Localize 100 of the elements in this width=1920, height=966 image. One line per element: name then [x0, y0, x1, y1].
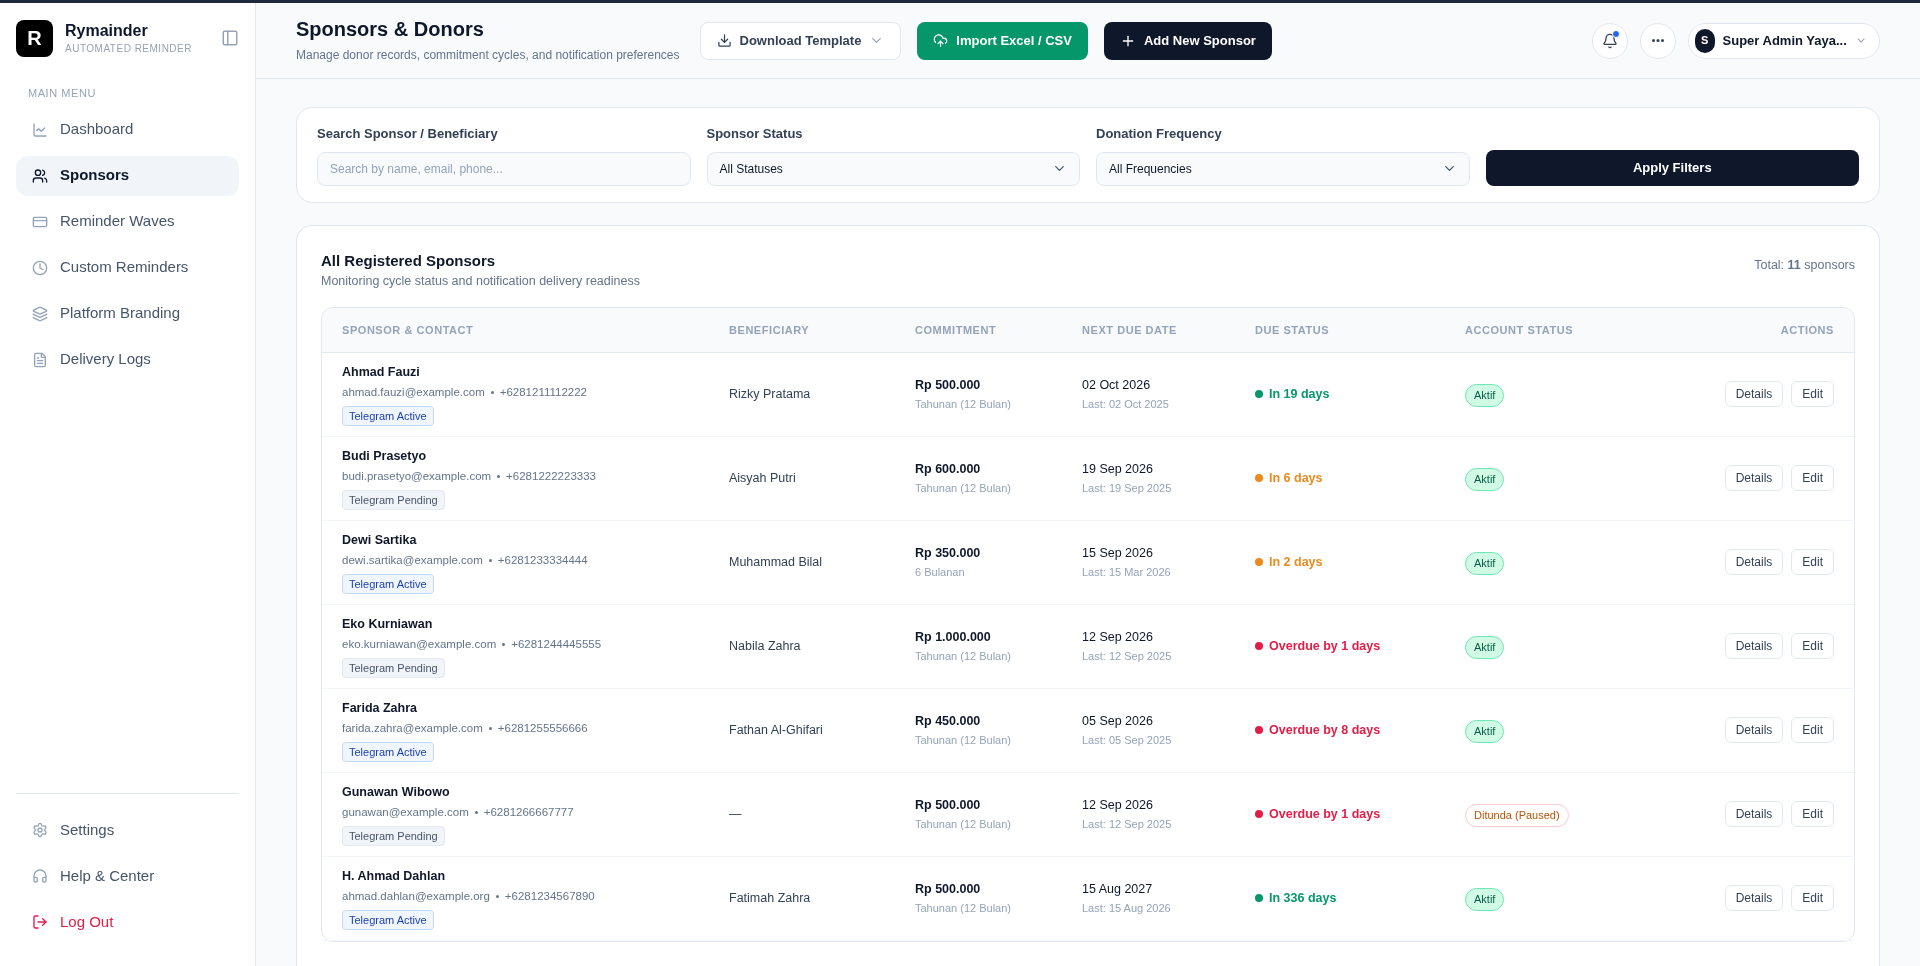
commitment-amount: Rp 600.000: [915, 460, 982, 478]
sidebar-item[interactable]: Sponsors: [16, 155, 239, 196]
document-icon: [32, 351, 48, 368]
page-subtitle: Manage donor records, commitment cycles, and notification preferences: [296, 47, 680, 64]
next-due-date: 15 Sep 2026: [1082, 544, 1154, 562]
column-header: ACTIONS: [1779, 322, 1834, 338]
sidebar-item[interactable]: Help & Center: [16, 856, 239, 896]
account-status-tag: Aktif: [1465, 636, 1505, 659]
download-template-button[interactable]: Download Template: [699, 21, 902, 60]
chart-icon: [32, 121, 48, 138]
beneficiary-cell-text: Fathan Al-Ghifari: [729, 721, 824, 739]
bell-icon: [1602, 32, 1618, 49]
commitment-amount: Rp 500.000: [915, 796, 982, 814]
details-button[interactable]: Details: [1724, 801, 1784, 828]
sidebar-toggle-icon[interactable]: [221, 29, 239, 47]
section-subtitle: Monitoring cycle status and notification delivery readiness: [321, 273, 640, 290]
more-button[interactable]: [1640, 22, 1676, 59]
edit-button[interactable]: Edit: [1791, 549, 1834, 576]
menu-section-label: MAIN MENU: [27, 86, 97, 101]
commitment-amount: Rp 450.000: [915, 712, 982, 730]
commitment-cycle: Tahunan (12 Bulan): [915, 649, 1012, 665]
sidebar-item[interactable]: Settings: [16, 810, 239, 850]
commitment-cycle: Tahunan (12 Bulan): [915, 733, 1012, 749]
column-header: COMMITMENT: [915, 322, 998, 338]
headphones-icon: [32, 868, 48, 884]
edit-button[interactable]: Edit: [1791, 885, 1834, 912]
due-status: In 336 days: [1269, 889, 1337, 907]
sponsor-phone: +6281266667777: [483, 805, 574, 821]
sidebar-item[interactable]: Log Out: [16, 902, 239, 942]
layers-icon: [32, 305, 48, 322]
column-header: DUE STATUS: [1255, 322, 1331, 338]
sponsor-email: gunawan@example.com: [342, 805, 469, 821]
column-header: BENEFICIARY: [729, 322, 811, 338]
edit-button[interactable]: Edit: [1791, 381, 1834, 408]
telegram-status-tag: Telegram Active: [342, 573, 434, 594]
notification-button[interactable]: [1592, 22, 1628, 59]
sponsor-email: ahmad.fauzi@example.com: [342, 385, 485, 401]
search-field[interactable]: Search by name, email, phone...: [317, 151, 691, 186]
brand-tagline: AUTOMATED REMINDER: [65, 41, 193, 56]
sponsor-email: budi.prasetyo@example.com: [342, 469, 492, 485]
clock-icon: [32, 259, 48, 276]
commitment-amount: Rp 500.000: [915, 880, 982, 898]
sidebar-item[interactable]: Delivery Logs: [16, 339, 239, 380]
commitment-amount: Rp 500.000: [915, 376, 982, 394]
account-status-tag: Aktif: [1465, 720, 1505, 743]
sponsor-email: dewi.sartika@example.com: [342, 553, 483, 569]
commitment-amount: Rp 1.000.000: [915, 628, 992, 646]
telegram-status-tag: Telegram Pending: [342, 825, 445, 846]
next-due-date: 02 Oct 2026: [1082, 376, 1152, 394]
sidebar-item[interactable]: Reminder Waves: [16, 201, 239, 242]
users-icon: [32, 167, 48, 184]
due-status: In 2 days: [1269, 553, 1323, 571]
next-due-date: 05 Sep 2026: [1082, 712, 1154, 730]
user-menu-button[interactable]: S Super Admin Yaya...: [1688, 22, 1880, 59]
brand-logo: R: [16, 19, 53, 57]
details-button[interactable]: Details: [1724, 381, 1784, 408]
details-button[interactable]: Details: [1724, 633, 1784, 660]
sponsor-name: Dewi Sartika: [342, 531, 418, 549]
edit-button[interactable]: Edit: [1791, 717, 1834, 744]
dropdown-field[interactable]: All Frequencies: [1096, 151, 1470, 186]
edit-button[interactable]: Edit: [1791, 633, 1834, 660]
edit-button[interactable]: Edit: [1791, 801, 1834, 828]
commitment-cycle: Tahunan (12 Bulan): [915, 901, 1012, 917]
edit-button[interactable]: Edit: [1791, 465, 1834, 492]
due-status: Overdue by 8 days: [1269, 721, 1381, 739]
account-status-tag: Aktif: [1465, 468, 1505, 491]
section-title: All Registered Sponsors: [321, 250, 497, 271]
details-button[interactable]: Details: [1724, 885, 1784, 912]
user-name: Super Admin Yaya...: [1722, 31, 1847, 50]
beneficiary-cell-text: Fatimah Zahra: [729, 889, 812, 907]
details-button[interactable]: Details: [1724, 717, 1784, 744]
sidebar-item[interactable]: Custom Reminders: [16, 247, 239, 288]
commitment-cycle: Tahunan (12 Bulan): [915, 481, 1012, 497]
add-sponsor-button[interactable]: Add New Sponsor: [1103, 21, 1272, 60]
details-button[interactable]: Details: [1724, 465, 1784, 492]
beneficiary-cell-text: Nabila Zahra: [729, 637, 802, 655]
import-button[interactable]: Import Excel / CSV: [917, 21, 1088, 60]
telegram-status-tag: Telegram Active: [342, 405, 434, 426]
commitment-amount: Rp 350.000: [915, 544, 982, 562]
sponsor-name: Ahmad Fauzi: [342, 363, 421, 381]
details-button[interactable]: Details: [1724, 549, 1784, 576]
settings-icon: [32, 822, 48, 838]
due-status: Overdue by 1 days: [1269, 805, 1381, 823]
brand-name: Rymainder: [65, 20, 149, 41]
sponsor-name: Farida Zahra: [342, 699, 419, 717]
download-icon: [716, 33, 732, 48]
sponsor-phone: +6281222223333: [506, 469, 596, 485]
field-label: Donation Frequency: [1096, 125, 1223, 143]
total-count: Total: 11 sponsors: [1754, 257, 1855, 274]
sponsor-phone: +6281255556666: [497, 721, 588, 737]
account-status-tag: Aktif: [1465, 552, 1505, 575]
sidebar-item[interactable]: Platform Branding: [16, 293, 239, 334]
sponsor-name: Eko Kurniawan: [342, 615, 434, 633]
column-header: NEXT DUE DATE: [1082, 322, 1178, 338]
last-payment-date: Last: 12 Sep 2025: [1082, 649, 1173, 665]
due-status: Overdue by 1 days: [1269, 637, 1381, 655]
dropdown-field[interactable]: All Statuses: [706, 151, 1080, 186]
sidebar-item[interactable]: Dashboard: [16, 109, 239, 150]
account-status-tag: Ditunda (Paused): [1465, 804, 1569, 827]
apply-filters-button[interactable]: Apply Filters: [1485, 149, 1859, 186]
